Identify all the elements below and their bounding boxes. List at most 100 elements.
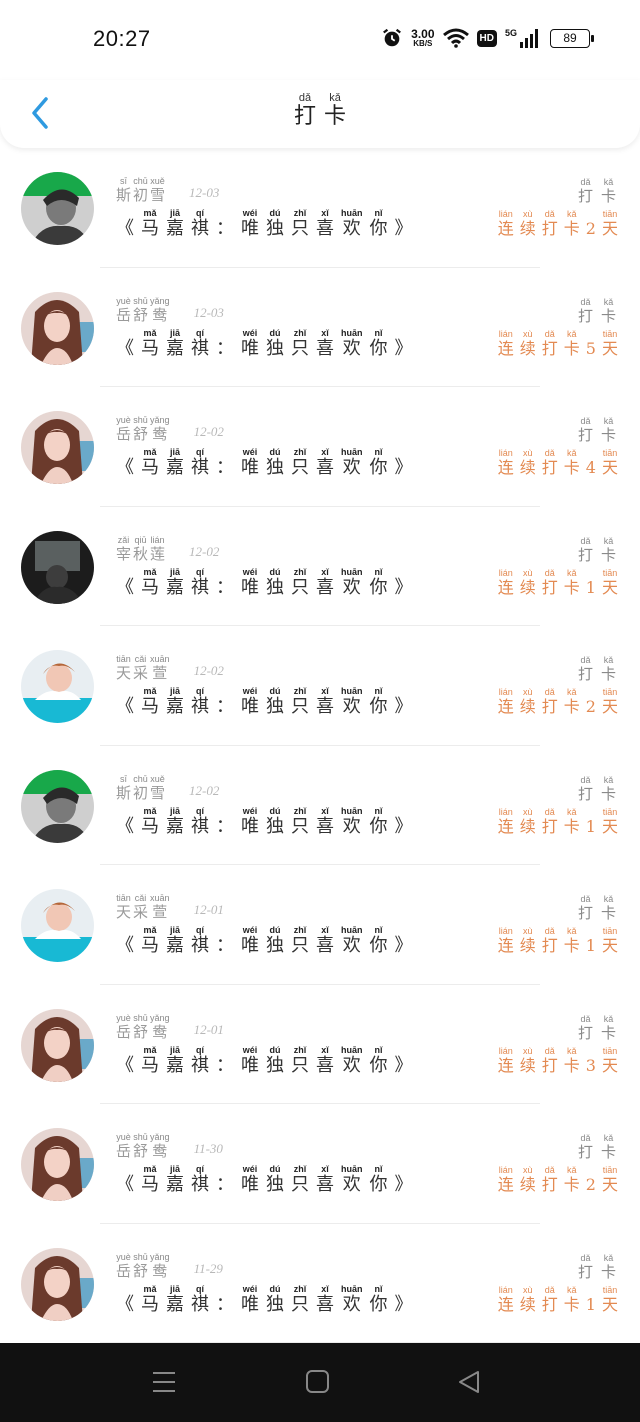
hanzi-text: 鸯 <box>152 1261 168 1280</box>
hanzi-text: 只 <box>291 696 309 717</box>
ruby-glyph: xuān 萱 <box>150 655 170 681</box>
hanzi-text: 》 <box>394 696 413 717</box>
hanzi-text: 天 <box>601 816 618 836</box>
avatar[interactable] <box>21 889 94 962</box>
home-button[interactable] <box>305 1369 335 1397</box>
ruby-glyph: wéi 唯 <box>241 448 259 477</box>
ruby-glyph: huān 欢 <box>341 328 363 358</box>
hanzi-text: 卡 <box>600 426 616 444</box>
hanzi-text: 只 <box>291 218 309 239</box>
hanzi-text: ： <box>216 337 234 359</box>
avatar[interactable] <box>21 769 94 843</box>
ruby-glyph: 1 <box>586 1286 596 1313</box>
ruby-glyph: kǎ 卡 <box>601 895 616 921</box>
ruby-glyph: 《 <box>116 568 134 597</box>
system-back-button[interactable] <box>456 1369 486 1397</box>
checkin-list: sī 斯 chū 初 xuě 雪 12-03 《 mǎ 马 jiā 嘉 qí 祺： wéi 唯 dú 独 zhǐ 只 x… <box>0 148 640 1343</box>
entry-date: 12-01 <box>193 902 224 917</box>
ruby-glyph: tiān 天 <box>602 1046 618 1074</box>
hanzi-text: 祺 <box>191 935 209 956</box>
network-speed-unit: KB/S <box>413 39 433 48</box>
hanzi-text: 祺 <box>191 457 209 478</box>
hanzi-text: 2 <box>585 1175 596 1194</box>
ruby-glyph: yuè 岳 <box>116 1013 132 1041</box>
hanzi-text: 你 <box>369 1174 388 1195</box>
user-name: tiān 天 cǎi 采 xuān 萱 12-02 <box>116 655 224 681</box>
ruby-glyph: mǎ 马 <box>141 328 159 358</box>
ruby-glyph: kǎ 卡 <box>564 927 580 954</box>
hanzi-text: 嘉 <box>166 1054 184 1076</box>
hanzi-text: 打 <box>577 784 593 803</box>
status-icons: 3.00 KB/S HD 5G 89 <box>381 27 594 49</box>
hanzi-text: 打 <box>541 816 558 836</box>
hanzi-text: 连 <box>497 1294 514 1314</box>
hanzi-text: 卡 <box>600 1023 616 1042</box>
hanzi-text: 雪 <box>150 783 166 802</box>
hanzi-text: 岳 <box>116 1022 132 1041</box>
ruby-glyph: qí 祺 <box>191 1165 209 1194</box>
ruby-glyph: shū 舒 <box>133 296 148 323</box>
avatar[interactable] <box>21 172 94 245</box>
checkin-entry[interactable]: yuè 岳 shū 舒 yǎng 鸯 12-03 《 mǎ 马 jiā 嘉 qí 祺 ： wéi 唯 dú 独 zhǐ… <box>0 268 640 388</box>
hanzi-text: 打 <box>577 904 593 922</box>
avatar[interactable] <box>21 530 94 604</box>
user-name: zǎi 宰 qiū 秋 lián 莲 12-02 <box>116 535 219 562</box>
ruby-glyph: yǎng 鸯 <box>150 1133 170 1159</box>
ruby-glyph: zhǐ 只 <box>291 687 309 716</box>
user-name: yuè 岳 shū 舒 yǎng 鸯 12-02 <box>116 416 224 442</box>
hanzi-text: 鸯 <box>152 1142 168 1160</box>
status-bar: 20:27 3.00 KB/S HD 5G 89 <box>0 0 640 80</box>
checkin-entry[interactable]: yuè 岳 shū 舒 yǎng 鸯 12-02 《 mǎ 马 jiā 嘉 qí 祺 ： wéi 唯 dú 独 zhǐ… <box>0 387 640 507</box>
entry-date: 12-02 <box>193 663 224 678</box>
ruby-glyph: xù 续 <box>520 449 536 476</box>
checkin-entry[interactable]: yuè 岳 shū 舒 yǎng 鸯 11-30 《 mǎ 马 jiā 嘉 qí 祺 ： wéi 唯 dú 独 zhǐ… <box>0 1104 640 1224</box>
avatar[interactable] <box>21 650 94 723</box>
avatar[interactable] <box>21 1128 94 1201</box>
user-name: sī 斯 chū 初 xuě 雪 12-02 <box>116 774 219 802</box>
ruby-glyph: nǐ 你 <box>370 687 388 716</box>
hanzi-text: 舒 <box>133 1022 149 1041</box>
entry-date: 11-29 <box>193 1260 223 1276</box>
hanzi-text: 独 <box>266 815 284 837</box>
back-triangle-icon <box>459 1371 479 1393</box>
hanzi-text: 欢 <box>342 457 361 478</box>
hanzi-text: 舒 <box>133 1142 149 1160</box>
ruby-glyph: dǎ 打 <box>542 449 558 476</box>
avatar[interactable] <box>21 291 94 365</box>
hanzi-text: 唯 <box>241 576 259 598</box>
ruby-glyph: ： <box>216 1046 234 1075</box>
checkin-entry[interactable]: sī 斯 chū 初 xuě 雪 12-03 《 mǎ 马 jiā 嘉 qí 祺 ： wéi 唯 dú 独 zhǐ 只 x… <box>0 148 640 268</box>
ruby-glyph: mǎ 马 <box>141 926 159 955</box>
hanzi-text: 连 <box>497 816 514 836</box>
ruby-glyph: xù 续 <box>520 688 536 715</box>
avatar[interactable] <box>21 411 94 484</box>
avatar[interactable] <box>21 1008 94 1082</box>
ruby-glyph: nǐ 你 <box>370 567 388 597</box>
checkin-entry[interactable]: tiān 天 cǎi 采 xuān 萱 12-01 《 mǎ 马 jiā 嘉 qí 祺： wéi 唯 dú 独 zh… <box>0 865 640 985</box>
ruby-glyph: dú 独 <box>266 1284 284 1314</box>
hanzi-text: 打 <box>541 219 558 238</box>
recents-button[interactable] <box>151 1369 181 1397</box>
avatar[interactable] <box>21 1247 94 1321</box>
ruby-glyph: qí 祺 <box>191 1045 209 1075</box>
ruby-glyph: nǐ 你 <box>370 328 388 358</box>
checkin-entry[interactable]: sī 斯 chū 初 xuě 雪 12-02 《 mǎ 马 jiā 嘉 qí 祺 ： wéi 唯 dú 独 zhǐ 只 x… <box>0 746 640 866</box>
checkin-label: dǎ 打 kǎ 卡 <box>578 1134 616 1160</box>
ruby-glyph: xǐ 喜 <box>316 448 334 477</box>
ruby-glyph: kǎ 卡 <box>564 1046 580 1074</box>
checkin-entry[interactable]: zǎi 宰 qiū 秋 lián 莲 12-02 《 mǎ 马 jiā 嘉 qí 祺 ： wéi 唯 dú 独 zhǐ… <box>0 507 640 627</box>
hanzi-text: 打 <box>577 1262 593 1281</box>
hanzi-text: 打 <box>541 1055 558 1075</box>
ruby-glyph: 》 <box>395 926 413 955</box>
hanzi-text: ： <box>216 935 234 956</box>
checkin-entry[interactable]: yuè 岳 shū 舒 yǎng 鸯 12-01 《 mǎ 马 jiā 嘉 qí 祺 ： wéi 唯 dú 独 zhǐ… <box>0 985 640 1105</box>
hanzi-text: 《 <box>116 457 134 478</box>
hanzi-text: 唯 <box>241 815 259 837</box>
checkin-entry[interactable]: tiān 天 cǎi 采 xuān 萱 12-02 《 mǎ 马 jiā 嘉 qí 祺： wéi 唯 dú 独 zh… <box>0 626 640 746</box>
hanzi-text: 连 <box>497 1055 514 1075</box>
hanzi-text: ： <box>216 815 234 837</box>
ruby-glyph: mǎ 马 <box>141 448 159 477</box>
hanzi-text: 马 <box>141 1174 159 1195</box>
checkin-entry[interactable]: yuè 岳 shū 舒 yǎng 鸯 11-29 《 mǎ 马 jiā 嘉 qí 祺 ： wéi 唯 dú 独 zhǐ… <box>0 1224 640 1344</box>
hanzi-text: 斯 <box>116 783 132 802</box>
